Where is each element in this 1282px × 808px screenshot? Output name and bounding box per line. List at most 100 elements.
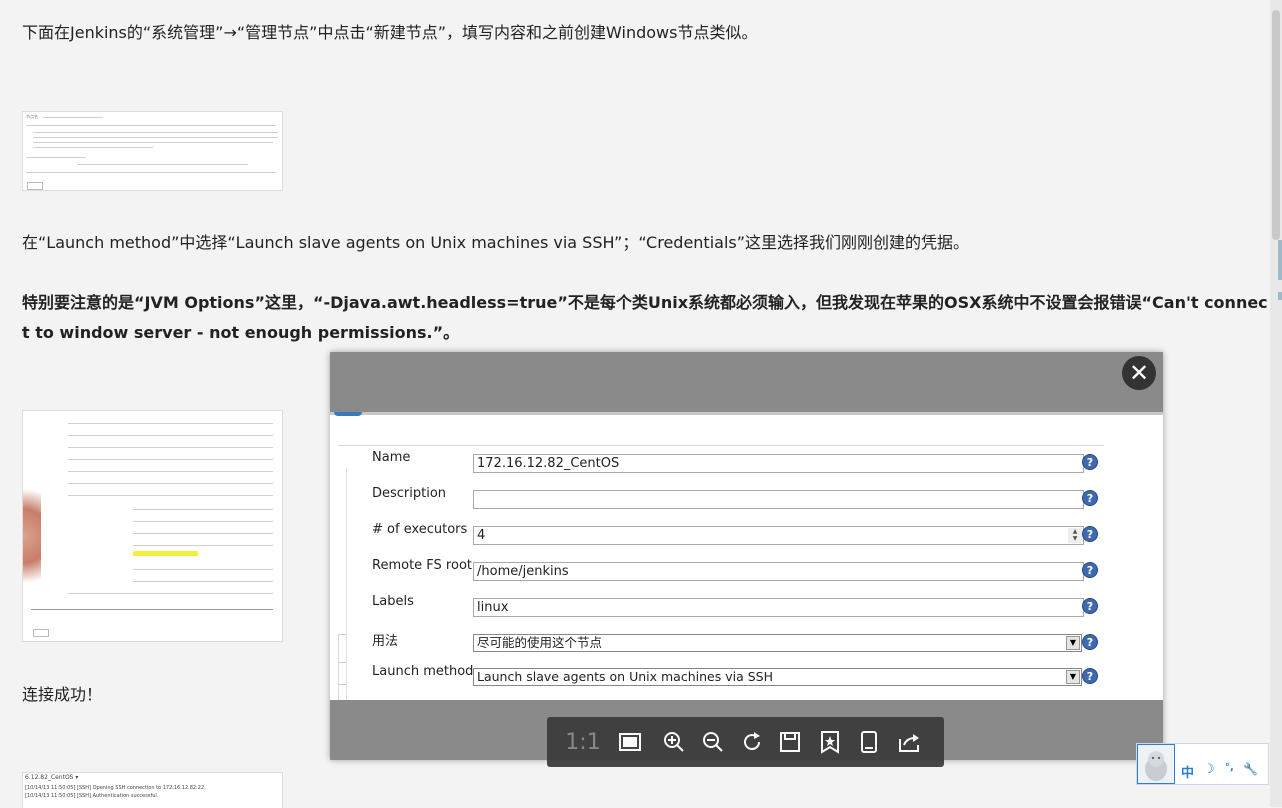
close-viewer-button[interactable]: ✕ (1122, 356, 1156, 390)
thumb-line (133, 545, 273, 546)
help-icon[interactable]: ? (1082, 454, 1098, 470)
close-icon: ✕ (1128, 359, 1150, 387)
thumb-line (78, 164, 248, 165)
wrench-icon[interactable]: 🔧 (1243, 762, 1258, 776)
rotate-icon (744, 732, 761, 751)
thumb-line (68, 495, 273, 496)
thumb-line (26, 172, 276, 173)
thumb-line (68, 459, 273, 460)
thumb-mascot (23, 471, 41, 601)
thumb-line (33, 147, 153, 148)
page-scrollbar[interactable] (1270, 0, 1282, 807)
scrollbar-thumb[interactable] (1272, 10, 1280, 240)
actual-size-button[interactable]: 1:1 (564, 725, 602, 759)
thumb-line (68, 423, 273, 424)
thumb-line (133, 533, 273, 534)
ime-language-toggle[interactable]: 中 (1181, 762, 1194, 781)
viewer-toolbar: 1:1 (547, 717, 944, 767)
thumb-log-line: [10/14/13 11:50:05] [SSH] Opening SSH co… (25, 785, 206, 791)
zoom-in-button[interactable] (657, 725, 691, 759)
description-label: Description (372, 486, 447, 501)
moon-icon[interactable]: ☽ (1203, 762, 1215, 777)
executors-label: # of executors (372, 522, 468, 537)
share-button[interactable] (892, 725, 926, 759)
thumbnail-new-node-dialog[interactable]: 节点名 (22, 111, 283, 191)
description-field[interactable] (473, 490, 1084, 509)
thumb-line (133, 569, 273, 570)
thumb-highlight (133, 551, 198, 556)
edge-tab (1278, 240, 1282, 280)
help-icon[interactable]: ? (1082, 490, 1098, 506)
frame-logo-fragment (334, 412, 362, 416)
paragraph-jvm-options-line1: 特别要注意的是“JVM Options”这里，“-Djava.awt.headl… (22, 293, 1268, 312)
ime-avatar[interactable] (1137, 744, 1175, 784)
paragraph-launch-method: 在“Launch method”中选择“Launch slave agents … (22, 233, 970, 252)
save-icon (780, 732, 800, 752)
paragraph-new-node: 下面在Jenkins的“系统管理”→“管理节点”中点击“新建节点”，填写内容和之… (22, 23, 758, 42)
name-field[interactable]: 172.16.12.82_CentOS (473, 454, 1084, 473)
row-launch-method: Launch method Launch slave agents on Uni… (330, 664, 1163, 694)
thumb-line (133, 509, 273, 510)
save-button[interactable] (773, 725, 807, 759)
thumbnail-connect-log[interactable]: 6.12.82_CentOS ▾ [10/14/13 11:50:05] [SS… (22, 772, 283, 808)
mobile-button[interactable] (852, 725, 886, 759)
punctuation-toggle[interactable]: °, (1225, 762, 1234, 773)
thumbnail-node-config[interactable] (22, 410, 283, 642)
zoom-out-button[interactable] (696, 725, 730, 759)
thumb-line (68, 447, 273, 448)
ime-toolbar: 中 ☽ °, 🔧 (1136, 743, 1269, 785)
launch-method-selected-value: Launch slave agents on Unix machines via… (477, 669, 773, 684)
viewer-image-frame: Name 172.16.12.82_CentOS ? Description ?… (330, 412, 1163, 700)
chevron-down-icon[interactable]: ▼ (1066, 636, 1080, 650)
fit-screen-button[interactable] (613, 725, 647, 759)
frame-separator (338, 445, 1104, 446)
bookmark-icon (821, 731, 839, 754)
thumb-save-button (33, 629, 49, 637)
thumb-line (133, 521, 273, 522)
row-name: Name 172.16.12.82_CentOS ? (330, 450, 1163, 480)
thumb-line (43, 117, 103, 118)
thumb-line (33, 137, 278, 138)
thumb-line (26, 125, 276, 126)
zoom-out-icon (703, 732, 723, 752)
thumb-line (33, 142, 273, 143)
row-usage: 用法 尽可能的使用这个节点 ▼ ? (330, 630, 1163, 660)
launch-method-label: Launch method (372, 664, 474, 679)
chevron-down-icon[interactable]: ▼ (1066, 670, 1080, 684)
usage-select[interactable]: 尽可能的使用这个节点 ▼ (473, 634, 1082, 652)
labels-field[interactable]: linux (473, 598, 1084, 617)
help-icon[interactable]: ? (1082, 526, 1098, 542)
thumb-line (31, 609, 273, 610)
thumb-line (133, 581, 273, 582)
name-label: Name (372, 450, 411, 465)
launch-method-select[interactable]: Launch slave agents on Unix machines via… (473, 668, 1082, 686)
frame-top-bar (330, 412, 1163, 415)
help-icon[interactable]: ? (1082, 598, 1098, 614)
executors-field[interactable]: 4 ▲ ▼ (473, 526, 1084, 545)
row-remote-fs: Remote FS root /home/jenkins ? (330, 558, 1163, 588)
thumb-text: 节点名 (26, 114, 38, 119)
thumb-log-line: [10/14/13 11:50:05] [SSH] Authentication… (25, 793, 159, 799)
thumb-log-title: 6.12.82_CentOS ▾ (25, 774, 79, 781)
thumb-line (68, 471, 273, 472)
bookmark-button[interactable] (813, 725, 847, 759)
executors-stepper[interactable]: ▲ ▼ (1068, 528, 1082, 543)
row-description: Description ? (330, 486, 1163, 516)
zoom-in-icon (664, 732, 684, 752)
paragraph-jvm-options-line2: t to window server - not enough permissi… (22, 323, 460, 342)
share-icon (899, 734, 919, 752)
rotate-button[interactable] (735, 725, 769, 759)
remote-fs-label: Remote FS root (372, 558, 472, 573)
thumb-line (68, 483, 273, 484)
help-icon[interactable]: ? (1082, 634, 1098, 650)
usage-selected-value: 尽可能的使用这个节点 (477, 635, 603, 650)
thumb-ok-button (27, 182, 43, 190)
labels-label: Labels (372, 594, 414, 609)
help-icon[interactable]: ? (1082, 562, 1098, 578)
help-icon[interactable]: ? (1082, 668, 1098, 684)
executors-value: 4 (477, 528, 486, 543)
edge-tab (1278, 292, 1282, 300)
thumb-line (68, 593, 273, 594)
remote-fs-field[interactable]: /home/jenkins (473, 562, 1084, 581)
image-viewer: ✕ Name 172.16.12.82_CentOS ? Description… (330, 352, 1163, 760)
